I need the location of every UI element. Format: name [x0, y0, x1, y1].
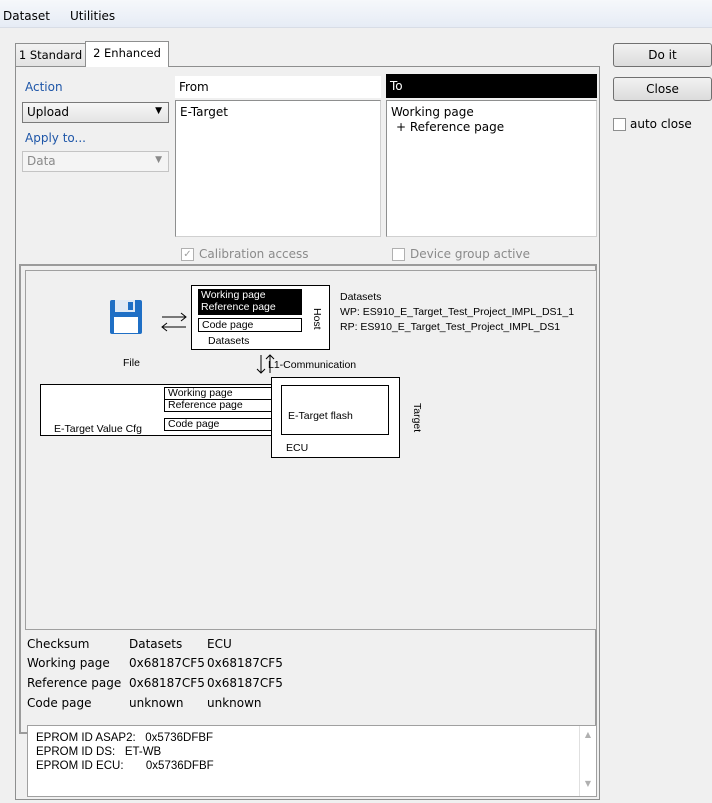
- eprom-line: EPROM ID DS: ET-WB: [36, 746, 162, 758]
- to-header: To: [386, 74, 597, 98]
- host-code-page: Code page: [198, 318, 302, 332]
- checksum-cell: 0x68187CF5: [207, 676, 283, 690]
- host-reference-page: Reference page: [201, 301, 276, 313]
- do-it-button[interactable]: Do it: [613, 43, 712, 67]
- diagram-panel: File Working page Reference page Code pa…: [25, 270, 597, 630]
- apply-to-label[interactable]: Apply to...: [25, 131, 86, 145]
- checksum-cell: unknown: [207, 696, 262, 710]
- close-button[interactable]: Close: [613, 77, 712, 101]
- auto-close-label: auto close: [630, 117, 692, 131]
- host-datasets-label: Datasets: [208, 335, 250, 347]
- file-label: File: [123, 357, 140, 369]
- checksum-header: Datasets: [129, 637, 183, 651]
- to-list-item[interactable]: Working page: [387, 105, 596, 120]
- target-label: Target: [411, 403, 423, 433]
- ecu-box: E-Target flash ECU: [271, 377, 400, 458]
- apply-to-select-value: Data: [27, 154, 56, 168]
- checksum-row-label: Reference page: [27, 676, 122, 690]
- floppy-disk-icon: [110, 300, 142, 334]
- eprom-line: EPROM ID ECU: 0x5736DFBF: [36, 760, 214, 772]
- checksum-cell: 0x68187CF5: [207, 656, 283, 670]
- checksum-cell: 0x68187CF5: [129, 656, 205, 670]
- checksum-row-label: Code page: [27, 696, 92, 710]
- scroll-down-icon[interactable]: ▼: [580, 779, 596, 788]
- eprom-info-textarea[interactable]: EPROM ID ASAP2: 0x5736DFBF EPROM ID DS: …: [27, 725, 597, 797]
- from-header: From: [175, 76, 381, 98]
- value-cfg-label: E-Target Value Cfg: [54, 423, 142, 435]
- dataset-rp-line: RP: ES910_E_Target_Test_Project_IMPL_DS1: [340, 321, 561, 333]
- action-select-value: Upload: [27, 105, 70, 119]
- auto-close-checkbox[interactable]: [613, 118, 626, 131]
- from-list[interactable]: E-Target: [175, 100, 381, 237]
- calibration-access-checkbox[interactable]: ✓: [181, 248, 194, 261]
- from-list-item[interactable]: E-Target: [176, 105, 380, 120]
- host-working-reference-block: Working page Reference page: [198, 289, 302, 315]
- datasets-title: Datasets: [340, 291, 382, 303]
- host-working-page: Working page: [201, 289, 266, 301]
- ecu-label: ECU: [286, 442, 309, 454]
- to-list[interactable]: Working page + Reference page: [386, 100, 597, 237]
- to-list-item[interactable]: + Reference page: [387, 120, 596, 135]
- device-group-active-checkbox[interactable]: [392, 248, 405, 261]
- tab-enhanced[interactable]: 2 Enhanced: [85, 41, 169, 67]
- etarget-flash-label: E-Target flash: [288, 410, 353, 422]
- host-label: Host: [311, 308, 323, 330]
- menu-utilities[interactable]: Utilities: [70, 9, 115, 23]
- exchange-arrows-icon: [161, 312, 187, 332]
- device-group-active-label: Device group active: [410, 247, 530, 261]
- menu-bar: Dataset Utilities: [0, 0, 712, 28]
- checksum-cell: 0x68187CF5: [129, 676, 205, 690]
- calibration-access-label: Calibration access: [199, 247, 309, 261]
- checksum-cell: unknown: [129, 696, 184, 710]
- scroll-up-icon[interactable]: ▲: [580, 730, 596, 739]
- chevron-down-icon: ▼: [155, 106, 162, 116]
- checksum-header: Checksum: [27, 637, 90, 651]
- action-label: Action: [25, 80, 63, 94]
- checksum-row-label: Working page: [27, 656, 110, 670]
- cfg-reference-page: Reference page: [164, 399, 272, 412]
- host-box: Working page Reference page Code page Da…: [191, 285, 330, 350]
- tab-standard[interactable]: 1 Standard: [15, 43, 86, 66]
- value-cfg-box: Working page Reference page Code page E-…: [40, 384, 275, 436]
- eprom-line: EPROM ID ASAP2: 0x5736DFBF: [36, 732, 214, 744]
- chevron-down-icon: ▼: [155, 155, 162, 165]
- apply-to-select[interactable]: Data ▼: [22, 151, 169, 172]
- vertical-scrollbar[interactable]: ▲ ▼: [579, 726, 596, 796]
- l1-communication-label: L1-Communication: [268, 359, 357, 371]
- action-select[interactable]: Upload ▼: [22, 102, 169, 123]
- dataset-wp-line: WP: ES910_E_Target_Test_Project_IMPL_DS1…: [340, 306, 575, 318]
- etarget-flash-box: E-Target flash: [281, 385, 389, 435]
- menu-dataset[interactable]: Dataset: [3, 9, 50, 23]
- cfg-code-page: Code page: [164, 418, 272, 431]
- checksum-header: ECU: [207, 637, 232, 651]
